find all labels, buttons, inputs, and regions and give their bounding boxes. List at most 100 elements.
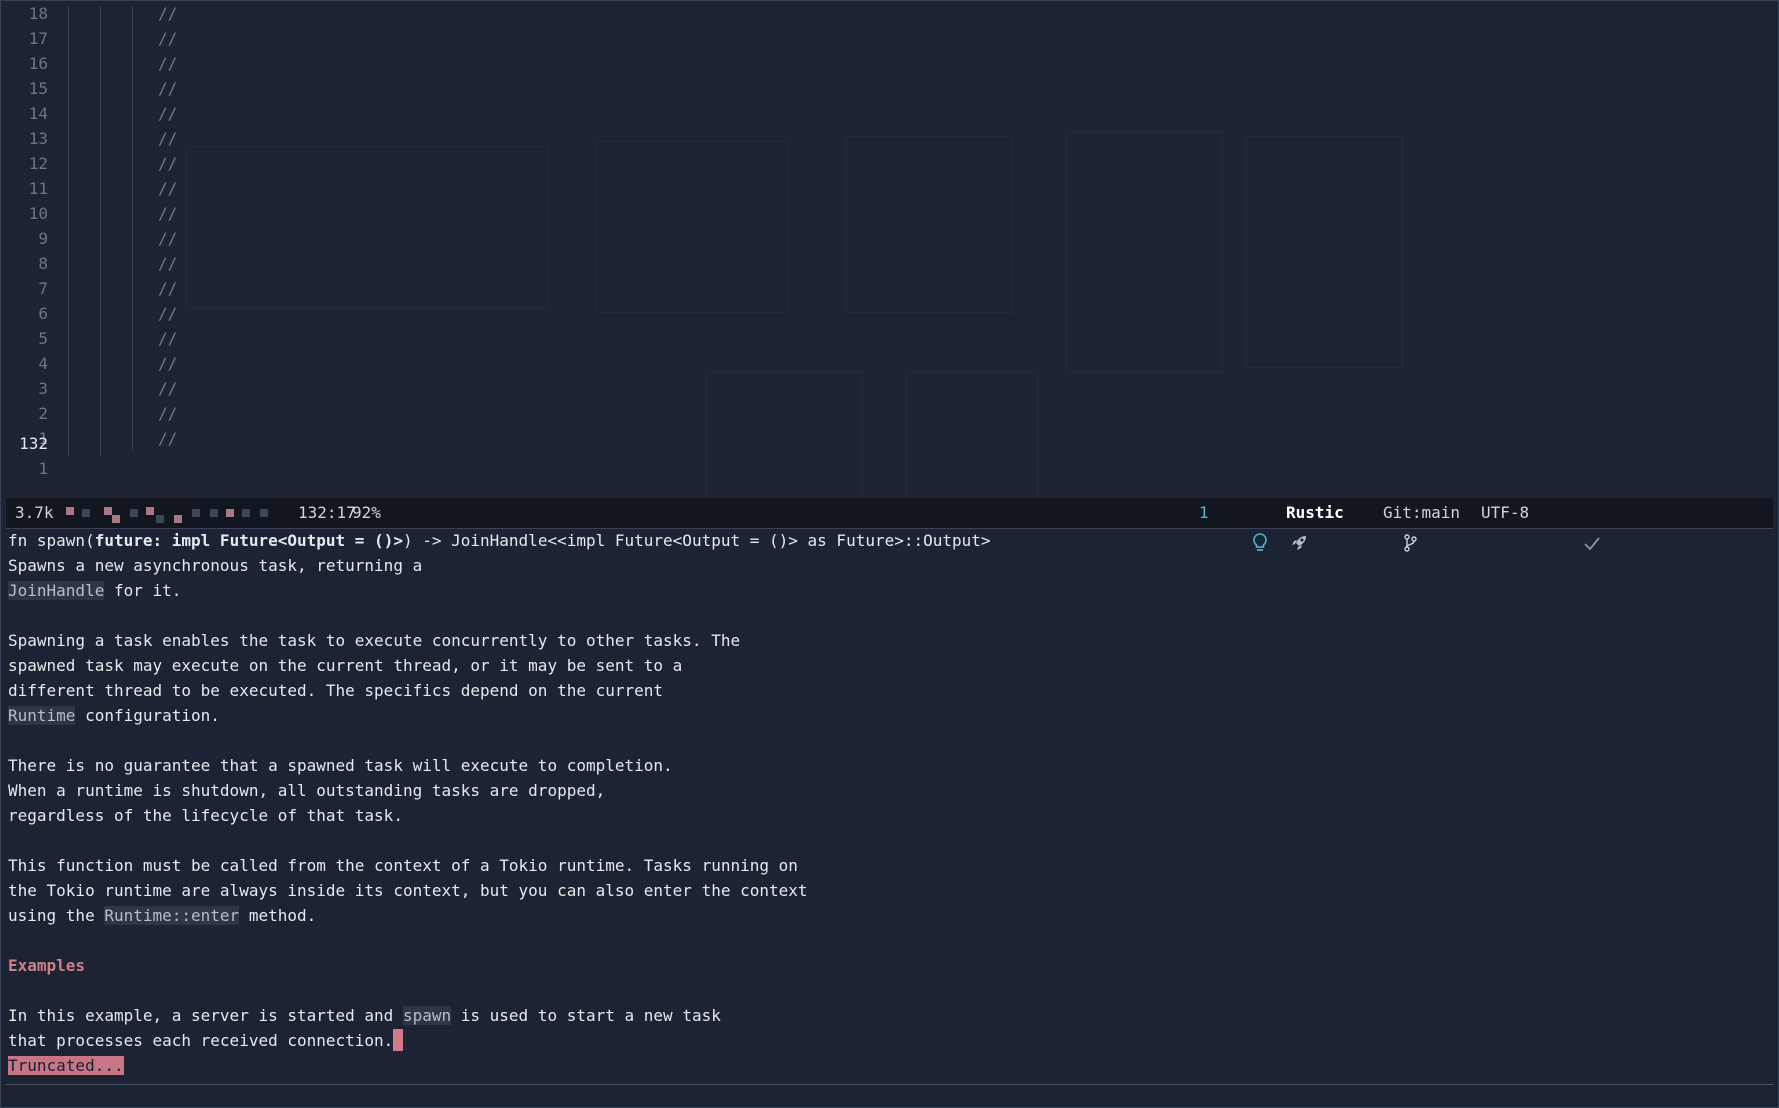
editor-line[interactable]: 8 // bbox=[6, 251, 1773, 276]
truncated-indicator: Truncated... bbox=[8, 1056, 124, 1075]
git-branch[interactable]: Git:main bbox=[1383, 498, 1460, 528]
editor-line[interactable]: 12 // bbox=[6, 151, 1773, 176]
line-number: 17 bbox=[28, 29, 48, 48]
line-number: 16 bbox=[28, 54, 48, 73]
doc-line: This function must be called from the co… bbox=[8, 856, 798, 875]
line-number: 11 bbox=[28, 179, 48, 198]
indent-guide bbox=[132, 176, 133, 201]
editor-line[interactable]: 3 // bbox=[6, 376, 1773, 401]
comment-text: // bbox=[158, 6, 178, 23]
block-cursor bbox=[393, 1029, 404, 1051]
editor-line[interactable]: 18 // bbox=[6, 6, 1773, 26]
doc-line: the Tokio runtime are always inside its … bbox=[8, 881, 808, 900]
indent-guide bbox=[132, 126, 133, 151]
editor-pane[interactable]: 18//17//16//15//14//13//12//11//10//9//8… bbox=[6, 6, 1773, 498]
doc-line: Spawns a new asynchronous task, returnin… bbox=[8, 556, 423, 575]
line-number: 12 bbox=[28, 154, 48, 173]
indent-guide bbox=[100, 6, 101, 26]
comment-text: // bbox=[158, 379, 178, 398]
editor-line[interactable]: 1 }); bbox=[6, 431, 1773, 478]
indent-guide bbox=[100, 276, 101, 301]
file-encoding[interactable]: UTF-8 bbox=[1481, 498, 1529, 528]
line-number: 7 bbox=[38, 279, 48, 298]
indent-guide bbox=[68, 406, 69, 431]
indent-guide bbox=[132, 76, 133, 101]
line-number: 9 bbox=[38, 229, 48, 248]
editor-line[interactable]: 11 // bbox=[6, 176, 1773, 201]
editor-line[interactable]: 7 // bbox=[6, 276, 1773, 301]
comment-text: // bbox=[158, 279, 178, 298]
examples-heading: Examples bbox=[8, 956, 86, 975]
editor-line-current[interactable]: 132 // ( bbox=[6, 406, 1773, 453]
indent-guide bbox=[68, 176, 69, 201]
editor-line[interactable]: 16 // bbox=[6, 51, 1773, 76]
doc-line: JoinHandle for it. bbox=[8, 581, 182, 600]
line-number: 10 bbox=[28, 204, 48, 223]
line-number: 6 bbox=[38, 304, 48, 323]
indent-guide bbox=[68, 6, 69, 26]
indent-guide bbox=[68, 376, 69, 401]
minibuffer-divider bbox=[6, 1084, 1773, 1085]
indent-guide bbox=[100, 151, 101, 176]
indent-guide bbox=[100, 76, 101, 101]
indent-guide bbox=[100, 351, 101, 376]
editor-line[interactable]: 10 // bbox=[6, 201, 1773, 226]
comment-text: // bbox=[158, 179, 178, 198]
indent-guide bbox=[100, 226, 101, 251]
editor-line[interactable]: 5 // bbox=[6, 326, 1773, 351]
indent-guide bbox=[68, 101, 69, 126]
doc-line: using the Runtime::enter method. bbox=[8, 906, 317, 925]
doc-line: spawned task may execute on the current … bbox=[8, 656, 683, 675]
comment-text: // bbox=[158, 54, 178, 73]
editor-line[interactable]: 13 // bbox=[6, 126, 1773, 151]
editor-line[interactable]: 9 // bbox=[6, 226, 1773, 251]
indent-guide bbox=[68, 301, 69, 326]
cursor-position: 132:17 bbox=[298, 503, 356, 522]
line-number: 3 bbox=[38, 379, 48, 398]
comment-text: // bbox=[158, 154, 178, 173]
diagnostics-count[interactable]: 1 bbox=[1199, 498, 1209, 528]
line-number: 4 bbox=[38, 354, 48, 373]
indent-guide bbox=[132, 26, 133, 51]
indent-guide bbox=[100, 101, 101, 126]
indent-guide bbox=[132, 226, 133, 251]
indent-guide bbox=[68, 151, 69, 176]
indent-guide bbox=[68, 251, 69, 276]
code-span-joinhandle[interactable]: JoinHandle bbox=[8, 581, 105, 600]
editor-line[interactable]: 15 // bbox=[6, 76, 1773, 101]
comment-text: // bbox=[158, 354, 178, 373]
editor-line[interactable]: 17 // bbox=[6, 26, 1773, 51]
comment-text: // bbox=[158, 304, 178, 323]
indent-guide bbox=[68, 26, 69, 51]
indent-guide bbox=[132, 51, 133, 76]
indent-guide bbox=[100, 26, 101, 51]
indent-guide bbox=[132, 251, 133, 276]
doc-line: Truncated... bbox=[8, 1053, 1768, 1078]
code-span-runtime-enter[interactable]: Runtime::enter bbox=[104, 906, 240, 925]
indent-guide bbox=[100, 301, 101, 326]
comment-text: // bbox=[158, 204, 178, 223]
editor-line[interactable]: 4 // bbox=[6, 351, 1773, 376]
comment-text: // bbox=[158, 29, 178, 48]
code-span-spawn[interactable]: spawn bbox=[402, 1006, 452, 1025]
comment-text: // bbox=[158, 79, 178, 98]
editor-line[interactable]: 14 // bbox=[6, 101, 1773, 126]
indent-guide bbox=[132, 301, 133, 326]
code-span-runtime[interactable]: Runtime bbox=[8, 706, 76, 725]
line-number: 8 bbox=[38, 254, 48, 273]
indent-guide bbox=[68, 226, 69, 251]
indent-guide bbox=[100, 51, 101, 76]
function-signature: fn spawn(future: impl Future<Output = ()… bbox=[8, 531, 991, 550]
indent-guide bbox=[100, 176, 101, 201]
indent-guide bbox=[68, 351, 69, 376]
comment-text: // bbox=[158, 104, 178, 123]
indent-guide bbox=[68, 201, 69, 226]
indent-guide bbox=[68, 326, 69, 351]
indent-guide bbox=[132, 376, 133, 401]
indent-guide bbox=[132, 6, 133, 26]
indent-guide bbox=[100, 431, 101, 456]
indent-guide bbox=[100, 126, 101, 151]
editor-line[interactable]: 6 // bbox=[6, 301, 1773, 326]
doc-line: When a runtime is shutdown, all outstand… bbox=[8, 781, 606, 800]
indent-guide bbox=[100, 326, 101, 351]
